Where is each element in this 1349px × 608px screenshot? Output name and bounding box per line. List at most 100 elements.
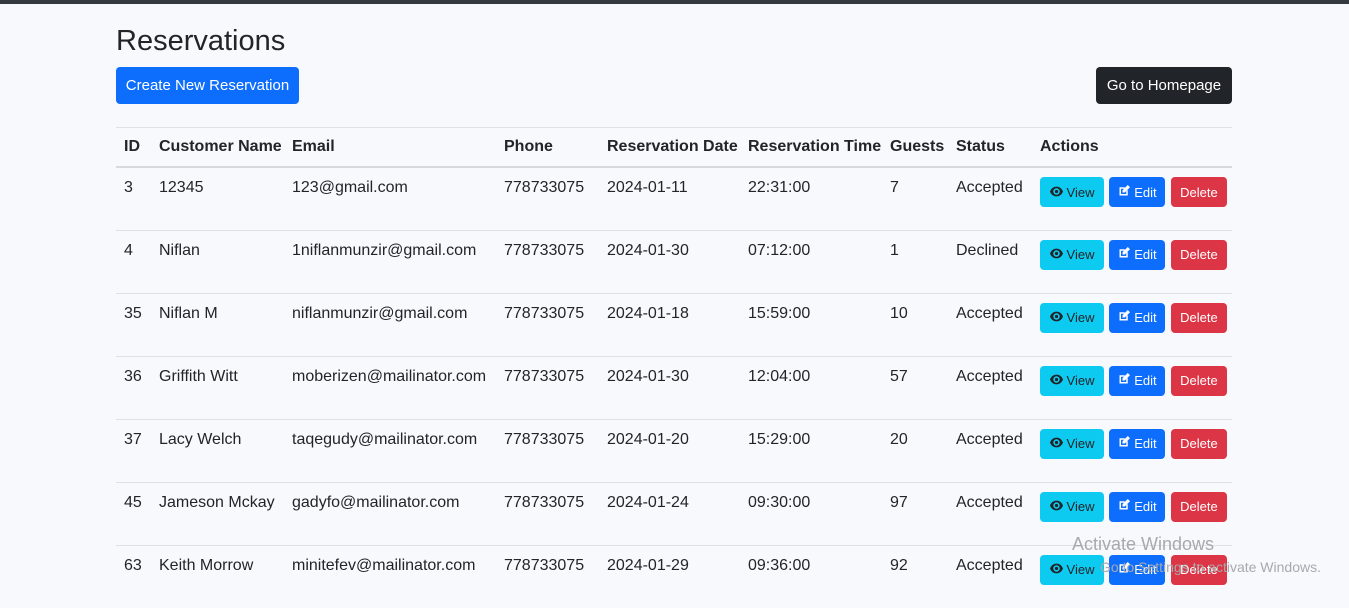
cell-actions: View Edit Delete: [1032, 293, 1232, 356]
edit-button[interactable]: Edit: [1109, 554, 1166, 585]
cell-customer-name: 12345: [159, 179, 204, 196]
cell-status: Accepted: [956, 556, 1023, 574]
cell-customer-name: Niflan M: [159, 304, 218, 322]
view-button[interactable]: View: [1040, 365, 1104, 396]
delete-label: Delete: [1180, 373, 1218, 388]
edit-button[interactable]: Edit: [1109, 177, 1166, 207]
view-label: View: [1066, 184, 1095, 200]
cell-customer-name: Griffith Witt: [159, 367, 238, 385]
cell-id: 36: [124, 367, 142, 385]
table-row: 3 12345 123@gmail.com 778733075 2024-01-11 22…: [116, 167, 1232, 230]
cell-status: Declined: [956, 241, 1019, 259]
cell-id: 45: [124, 493, 142, 511]
cell-guests: 7: [890, 179, 899, 196]
cell-email: 123@gmail.com: [292, 179, 408, 196]
header-guests: Guests: [890, 138, 945, 155]
view-label: View: [1066, 499, 1095, 514]
cell-actions: View Edit Delete: [1032, 167, 1232, 230]
eye-icon: [1049, 562, 1067, 577]
eye-icon: [1049, 310, 1067, 325]
view-label: View: [1066, 562, 1095, 577]
cell-id: 3: [124, 179, 133, 196]
cell-phone: 778733075: [504, 179, 585, 196]
eye-icon: [1049, 311, 1063, 322]
header-customer-name: Customer Name: [159, 138, 282, 155]
edit-label: Edit: [1134, 310, 1157, 325]
delete-button[interactable]: Delete: [1170, 491, 1227, 522]
edit-icon: [1119, 373, 1131, 384]
cell-status: Accepted: [956, 430, 1023, 448]
cell-reservation-date: 2024-01-29: [607, 556, 689, 574]
cell-reservation-date: 2024-01-24: [607, 493, 689, 511]
edit-button[interactable]: Edit: [1109, 428, 1166, 459]
header-status: Status: [956, 138, 1005, 155]
cell-customer-name: Niflan: [159, 241, 200, 259]
cell-guests: 10: [890, 304, 908, 322]
header-phone: Phone: [504, 138, 553, 155]
view-button[interactable]: View: [1040, 428, 1104, 459]
cell-customer-name: Keith Morrow: [159, 556, 254, 574]
cell-phone: 778733075: [504, 241, 585, 259]
cell-status: Accepted: [956, 304, 1023, 322]
edit-label: Edit: [1134, 562, 1157, 577]
top-border: [0, 0, 1349, 4]
delete-button[interactable]: Delete: [1170, 365, 1227, 396]
view-label: View: [1066, 373, 1095, 388]
create-reservation-button[interactable]: Create New Reservation: [116, 67, 299, 104]
cell-reservation-time: 15:29:00: [748, 430, 811, 448]
edit-button[interactable]: Edit: [1109, 491, 1166, 522]
delete-button[interactable]: Delete: [1170, 302, 1227, 333]
edit-icon: [1119, 184, 1131, 195]
go-to-homepage-button[interactable]: Go to Homepage: [1096, 67, 1232, 104]
table-row: 35 Niflan M niflanmunzir@gmail.com 77873307…: [116, 293, 1232, 356]
view-button[interactable]: View: [1040, 491, 1104, 522]
table-header-row: ID Customer Name Email Phone Reservation…: [116, 127, 1232, 167]
cell-reservation-time: 07:12:00: [748, 241, 811, 259]
table-row: 4 Niflan 1niflanmunzir@gmail.com 778733075 2…: [116, 230, 1232, 293]
edit-icon: [1118, 310, 1134, 325]
header-reservation-date: Reservation Date: [607, 138, 738, 155]
edit-label: Edit: [1134, 436, 1157, 451]
cell-actions: View Edit Delete: [1032, 230, 1232, 293]
cell-status: Accepted: [956, 367, 1023, 385]
edit-icon: [1118, 436, 1134, 451]
cell-actions: View Edit Delete: [1032, 356, 1232, 419]
header-email: Email: [292, 138, 335, 155]
header-id: ID: [124, 138, 140, 155]
edit-button[interactable]: Edit: [1109, 302, 1166, 333]
delete-button[interactable]: Delete: [1170, 428, 1227, 459]
delete-label: Delete: [1180, 436, 1218, 451]
edit-label: Edit: [1134, 373, 1157, 388]
cell-guests: 57: [890, 367, 908, 385]
view-label: View: [1066, 436, 1095, 451]
edit-button[interactable]: Edit: [1109, 365, 1166, 396]
delete-label: Delete: [1180, 247, 1218, 262]
eye-icon: [1049, 186, 1063, 196]
delete-button[interactable]: Delete: [1170, 177, 1227, 207]
edit-icon: [1118, 247, 1134, 262]
view-button[interactable]: View: [1040, 554, 1104, 585]
cell-reservation-date: 2024-01-30: [607, 367, 689, 385]
header-actions: Actions: [1040, 138, 1099, 155]
view-button[interactable]: View: [1040, 239, 1104, 270]
edit-label: Edit: [1134, 247, 1157, 262]
edit-icon: [1119, 247, 1131, 258]
cell-phone: 778733075: [504, 430, 585, 448]
delete-label: Delete: [1180, 184, 1218, 200]
view-button[interactable]: View: [1040, 302, 1104, 333]
edit-button[interactable]: Edit: [1109, 239, 1166, 270]
cell-reservation-time: 22:31:00: [748, 179, 811, 196]
cell-reservation-time: 12:04:00: [748, 367, 811, 385]
view-button[interactable]: View: [1040, 177, 1104, 207]
eye-icon: [1049, 185, 1067, 200]
delete-button[interactable]: Delete: [1170, 239, 1227, 270]
cell-actions: View Edit Delete: [1032, 419, 1232, 482]
cell-reservation-time: 15:59:00: [748, 304, 811, 322]
delete-label: Delete: [1180, 562, 1218, 577]
reservations-table: ID Customer Name Email Phone Reservation…: [116, 127, 1232, 608]
cell-reservation-date: 2024-01-18: [607, 304, 689, 322]
cell-guests: 92: [890, 556, 908, 574]
delete-button[interactable]: Delete: [1170, 554, 1227, 585]
eye-icon: [1049, 373, 1067, 388]
cell-email: minitefev@mailinator.com: [292, 556, 476, 574]
